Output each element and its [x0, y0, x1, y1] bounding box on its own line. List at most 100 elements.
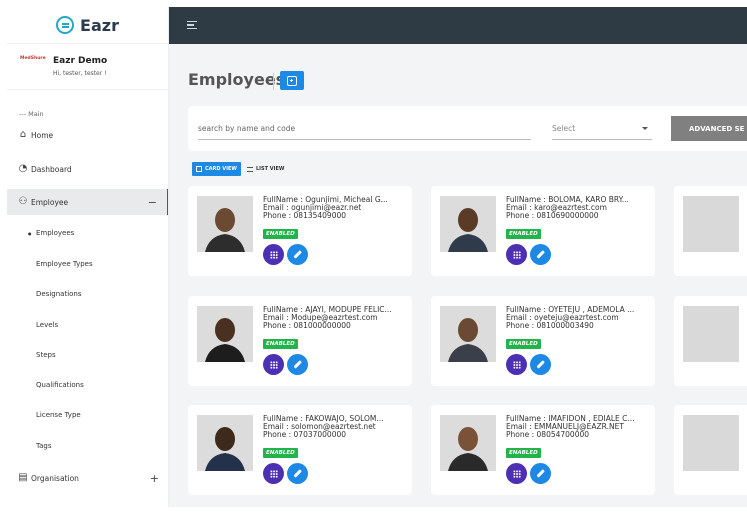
- apps-button[interactable]: [263, 244, 284, 265]
- list-view-button[interactable]: LIST VIEW: [241, 162, 290, 176]
- pencil-icon: [293, 250, 302, 259]
- apps-button[interactable]: [506, 244, 527, 265]
- employee-photo: [683, 306, 739, 362]
- employee-photo: [440, 415, 496, 471]
- employee-avatar: [440, 415, 496, 471]
- employee-avatar: [440, 196, 496, 252]
- edit-button[interactable]: [287, 354, 308, 375]
- status-badge: ENABLED: [506, 339, 541, 349]
- apps-button[interactable]: [263, 463, 284, 484]
- collapse-icon[interactable]: −: [148, 196, 157, 209]
- employee-card-partial[interactable]: [674, 186, 747, 276]
- employee-card[interactable]: FullName : FAKOWAJO, SOLOM... Email : sol…: [188, 405, 412, 495]
- sidebar-item-organisation[interactable]: ▤ Organisation +: [7, 466, 168, 490]
- sidebar-subitem-employee-types[interactable]: Employee Types: [36, 260, 93, 268]
- employee-email: Email : EMMANUELJ@EAZR.NET: [506, 423, 624, 431]
- card-actions: [506, 244, 551, 265]
- edit-button[interactable]: [530, 244, 551, 265]
- pencil-icon: [536, 250, 545, 259]
- employee-photo: [197, 415, 253, 471]
- sidebar-subitem-qualifications[interactable]: Qualifications: [36, 381, 84, 389]
- status-badge: ENABLED: [263, 448, 298, 458]
- apps-grid-icon: [269, 469, 278, 478]
- edit-button[interactable]: [287, 244, 308, 265]
- employee-email: Email : karo@eazrtest.com: [506, 204, 607, 212]
- expand-icon[interactable]: +: [150, 472, 159, 485]
- profile-name: Eazr Demo: [53, 56, 108, 66]
- building-icon: ▤: [18, 472, 28, 483]
- employee-card[interactable]: FullName : IMAFIDON , EDIALE C... Email :…: [431, 405, 655, 495]
- pencil-icon: [293, 360, 302, 369]
- profile-section: MedShure Eazr Demo Hi, tester, tester !: [7, 44, 168, 90]
- sidebar-item-employee[interactable]: ⚇ Employee −: [7, 189, 168, 215]
- sidebar-subitem-license-type[interactable]: License Type: [36, 411, 81, 419]
- employee-fullname: FullName : BOLOMA, KARO BRY...: [506, 196, 629, 204]
- employee-avatar: [197, 415, 253, 471]
- employee-fullname: FullName : FAKOWAJO, SOLOM...: [263, 415, 384, 423]
- sidebar-subitem-steps[interactable]: Steps: [36, 351, 56, 359]
- caret-down-icon: [642, 127, 648, 130]
- sidebar-item-dashboard[interactable]: ◔ Dashboard: [7, 157, 168, 181]
- card-actions: [506, 354, 551, 375]
- employee-info: FullName : BOLOMA, KARO BRY... Email : ka…: [506, 196, 652, 239]
- edit-button[interactable]: [530, 463, 551, 484]
- apps-button[interactable]: [506, 463, 527, 484]
- employee-photo: [440, 196, 496, 252]
- employee-card[interactable]: FullName : BOLOMA, KARO BRY... Email : ka…: [431, 186, 655, 276]
- card-actions: [263, 354, 308, 375]
- employee-fullname: FullName : OYETEJU , ADEMOLA ...: [506, 306, 635, 314]
- status-badge: ENABLED: [263, 339, 298, 349]
- employee-card[interactable]: FullName : OYETEJU , ADEMOLA ... Email : …: [431, 296, 655, 386]
- status-badge: ENABLED: [263, 229, 298, 239]
- edit-button[interactable]: [287, 463, 308, 484]
- advanced-search-button[interactable]: ADVANCED SE: [671, 116, 747, 141]
- apps-button[interactable]: [506, 354, 527, 375]
- employee-email: Email : Modupe@eazrtest.com: [263, 314, 378, 322]
- logo-bar: Eazr: [7, 7, 168, 44]
- employee-photo: [197, 196, 253, 252]
- sidebar-item-label: Organisation: [31, 473, 79, 483]
- employee-info: FullName : IMAFIDON , EDIALE C... Email :…: [506, 415, 652, 458]
- menu-icon[interactable]: [187, 21, 197, 29]
- card-actions: [506, 463, 551, 484]
- card-actions: [263, 463, 308, 484]
- sidebar: Eazr MedShure Eazr Demo Hi, tester, test…: [7, 7, 169, 507]
- apps-grid-icon: [269, 250, 278, 259]
- filter-select[interactable]: Select: [552, 118, 652, 140]
- card-view-button[interactable]: CARD VIEW: [192, 162, 241, 176]
- sidebar-subitem-levels[interactable]: Levels: [36, 321, 58, 329]
- employee-card-partial[interactable]: [674, 296, 747, 386]
- employee-info: FullName : Ogunjimi, Micheal G... Email :…: [263, 196, 409, 239]
- org-logo: MedShure: [20, 56, 46, 61]
- sidebar-item-home[interactable]: ⌂ Home: [7, 123, 168, 147]
- add-employee-button[interactable]: [280, 71, 304, 90]
- sidebar-item-label: Dashboard: [31, 164, 72, 174]
- apps-grid-icon: [512, 250, 521, 259]
- employee-phone: Phone : 081000000000: [263, 322, 351, 330]
- search-panel: Select ADVANCED SE: [188, 106, 747, 151]
- view-toggle: CARD VIEW LIST VIEW: [192, 162, 290, 176]
- search-input[interactable]: [198, 118, 531, 140]
- sidebar-subitem-employees[interactable]: Employees: [28, 229, 74, 237]
- sidebar-subitem-tags[interactable]: Tags: [36, 442, 52, 450]
- employee-phone: Phone : 07037000000: [263, 431, 347, 439]
- employee-card-partial[interactable]: [674, 405, 747, 495]
- eazr-logo-icon: [56, 16, 75, 34]
- employee-card[interactable]: FullName : AJAYI, MODUPE FELIC... Email :…: [188, 296, 412, 386]
- employee-card[interactable]: FullName : Ogunjimi, Micheal G... Email :…: [188, 186, 412, 276]
- employee-info: FullName : FAKOWAJO, SOLOM... Email : sol…: [263, 415, 409, 458]
- apps-button[interactable]: [263, 354, 284, 375]
- employee-fullname: FullName : Ogunjimi, Micheal G...: [263, 196, 388, 204]
- employee-phone: Phone : 081000003490: [506, 322, 594, 330]
- sidebar-subitem-designations[interactable]: Designations: [36, 290, 82, 298]
- employee-email: Email : oyeteju@eazrtest.com: [506, 314, 619, 322]
- pencil-icon: [536, 469, 545, 478]
- edit-button[interactable]: [530, 354, 551, 375]
- home-icon: ⌂: [19, 129, 27, 140]
- employee-email: Email : solomon@eazrtest.net: [263, 423, 376, 431]
- plus-square-icon: [287, 75, 297, 86]
- list-icon: [246, 166, 253, 172]
- employee-photo: [440, 306, 496, 362]
- employee-phone: Phone : 08135409000: [263, 212, 347, 220]
- section-label-main: --- Main: [19, 110, 44, 118]
